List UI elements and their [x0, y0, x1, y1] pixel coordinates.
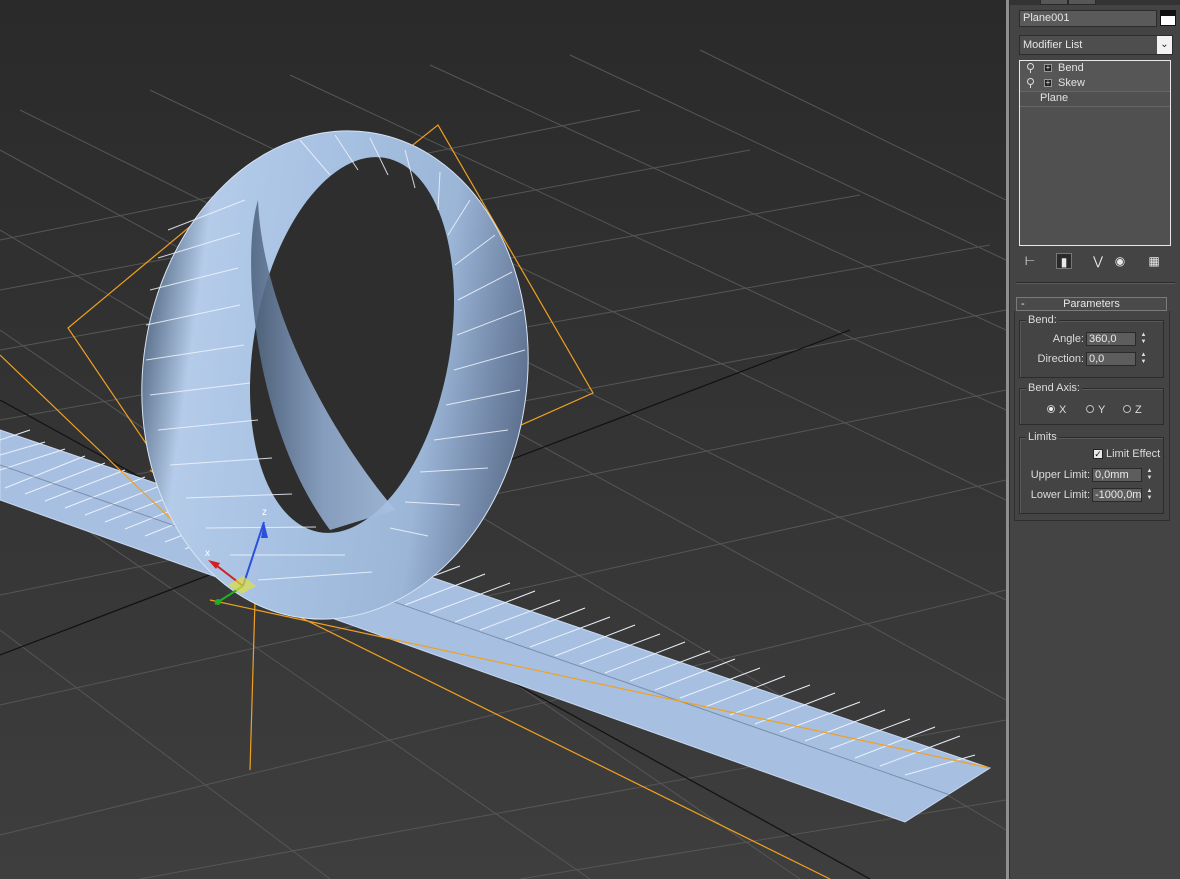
angle-label: Angle:	[1052, 333, 1084, 345]
chevron-down-icon[interactable]: ⌄	[1157, 36, 1172, 54]
axis-z-radio[interactable]	[1123, 405, 1131, 413]
command-panel-modify: Plane001 Modifier List ⌄ + Bend + Skew P…	[1009, 0, 1180, 879]
parameters-rollout-header[interactable]: - Parameters	[1016, 297, 1167, 311]
lower-limit-spinner-arrows[interactable]: ▲ ▼	[1145, 488, 1154, 502]
angle-spinner[interactable]: 360,0	[1086, 332, 1136, 346]
modifier-list-dropdown[interactable]: Modifier List ⌄	[1019, 35, 1173, 55]
lightbulb-icon[interactable]	[1027, 78, 1034, 88]
limits-group: Limits ✓ Limit Effect Upper Limit: 0,0mm…	[1019, 431, 1164, 514]
command-panel-tabs	[1010, 0, 1180, 5]
object-name-field[interactable]: Plane001	[1019, 10, 1157, 27]
x-axis-label: x	[205, 548, 210, 559]
stack-item-label: Plane	[1040, 92, 1069, 104]
limits-group-title: Limits	[1026, 431, 1059, 444]
object-color-swatch[interactable]	[1160, 10, 1176, 26]
direction-spinner[interactable]: 0,0	[1086, 352, 1136, 366]
bend-group: Bend: Angle: 360,0 ▲ ▼ Direction: 0,0 ▲ ▼	[1019, 314, 1164, 378]
make-unique-icon[interactable]: ⋁	[1090, 253, 1106, 269]
expand-icon[interactable]: +	[1044, 79, 1052, 87]
direction-label: Direction:	[1037, 353, 1084, 365]
remove-modifier-icon[interactable]: ◉	[1112, 253, 1128, 269]
direction-spinner-arrows[interactable]: ▲ ▼	[1139, 352, 1148, 366]
stack-item-label: Skew	[1058, 77, 1085, 89]
modifier-list-label: Modifier List	[1023, 39, 1083, 51]
tab-modify[interactable]	[1040, 0, 1068, 5]
parameters-rollout-body: Bend: Angle: 360,0 ▲ ▼ Direction: 0,0 ▲ ▼ …	[1014, 311, 1170, 521]
configure-sets-icon[interactable]: ▦	[1146, 253, 1162, 269]
stack-item-plane[interactable]: Plane	[1020, 91, 1170, 107]
bend-axis-group: Bend Axis: X Y Z	[1019, 382, 1164, 425]
axis-y-radio[interactable]	[1086, 405, 1094, 413]
upper-limit-spinner-arrows[interactable]: ▲ ▼	[1145, 468, 1154, 482]
bend-axis-group-title: Bend Axis:	[1026, 382, 1082, 395]
limit-effect-label: Limit Effect	[1106, 448, 1161, 460]
angle-spinner-arrows[interactable]: ▲ ▼	[1139, 332, 1148, 346]
panel-divider	[1016, 282, 1175, 284]
limit-effect-checkbox[interactable]: ✓	[1093, 449, 1103, 459]
perspective-viewport[interactable]: z x	[0, 0, 1006, 879]
lightbulb-icon[interactable]	[1027, 63, 1034, 73]
show-end-result-icon[interactable]: ▮	[1056, 253, 1072, 269]
lower-limit-label: Lower Limit:	[1030, 489, 1090, 501]
upper-limit-spinner[interactable]: 0,0mm	[1092, 468, 1142, 482]
stack-item-bend[interactable]: + Bend	[1020, 61, 1170, 77]
viewport-scene[interactable]: z x	[0, 0, 1006, 879]
upper-limit-label: Upper Limit:	[1030, 469, 1090, 481]
axis-y-label: Y	[1098, 404, 1106, 416]
stack-item-label: Bend	[1058, 62, 1084, 74]
axis-x-radio[interactable]	[1047, 405, 1055, 413]
axis-x-label: X	[1059, 404, 1067, 416]
lower-limit-spinner[interactable]: -1000,0mi	[1092, 488, 1142, 502]
collapse-icon[interactable]: -	[1021, 298, 1025, 310]
modifier-stack[interactable]: + Bend + Skew Plane	[1019, 60, 1171, 246]
expand-icon[interactable]: +	[1044, 64, 1052, 72]
z-axis-label: z	[262, 507, 267, 518]
rollout-title: Parameters	[1063, 298, 1120, 310]
tab-hierarchy[interactable]	[1068, 0, 1096, 5]
bend-group-title: Bend:	[1026, 314, 1059, 327]
axis-z-label: Z	[1135, 404, 1142, 416]
stack-item-skew[interactable]: + Skew	[1020, 76, 1170, 92]
pin-stack-icon[interactable]: ⊢	[1022, 253, 1038, 269]
